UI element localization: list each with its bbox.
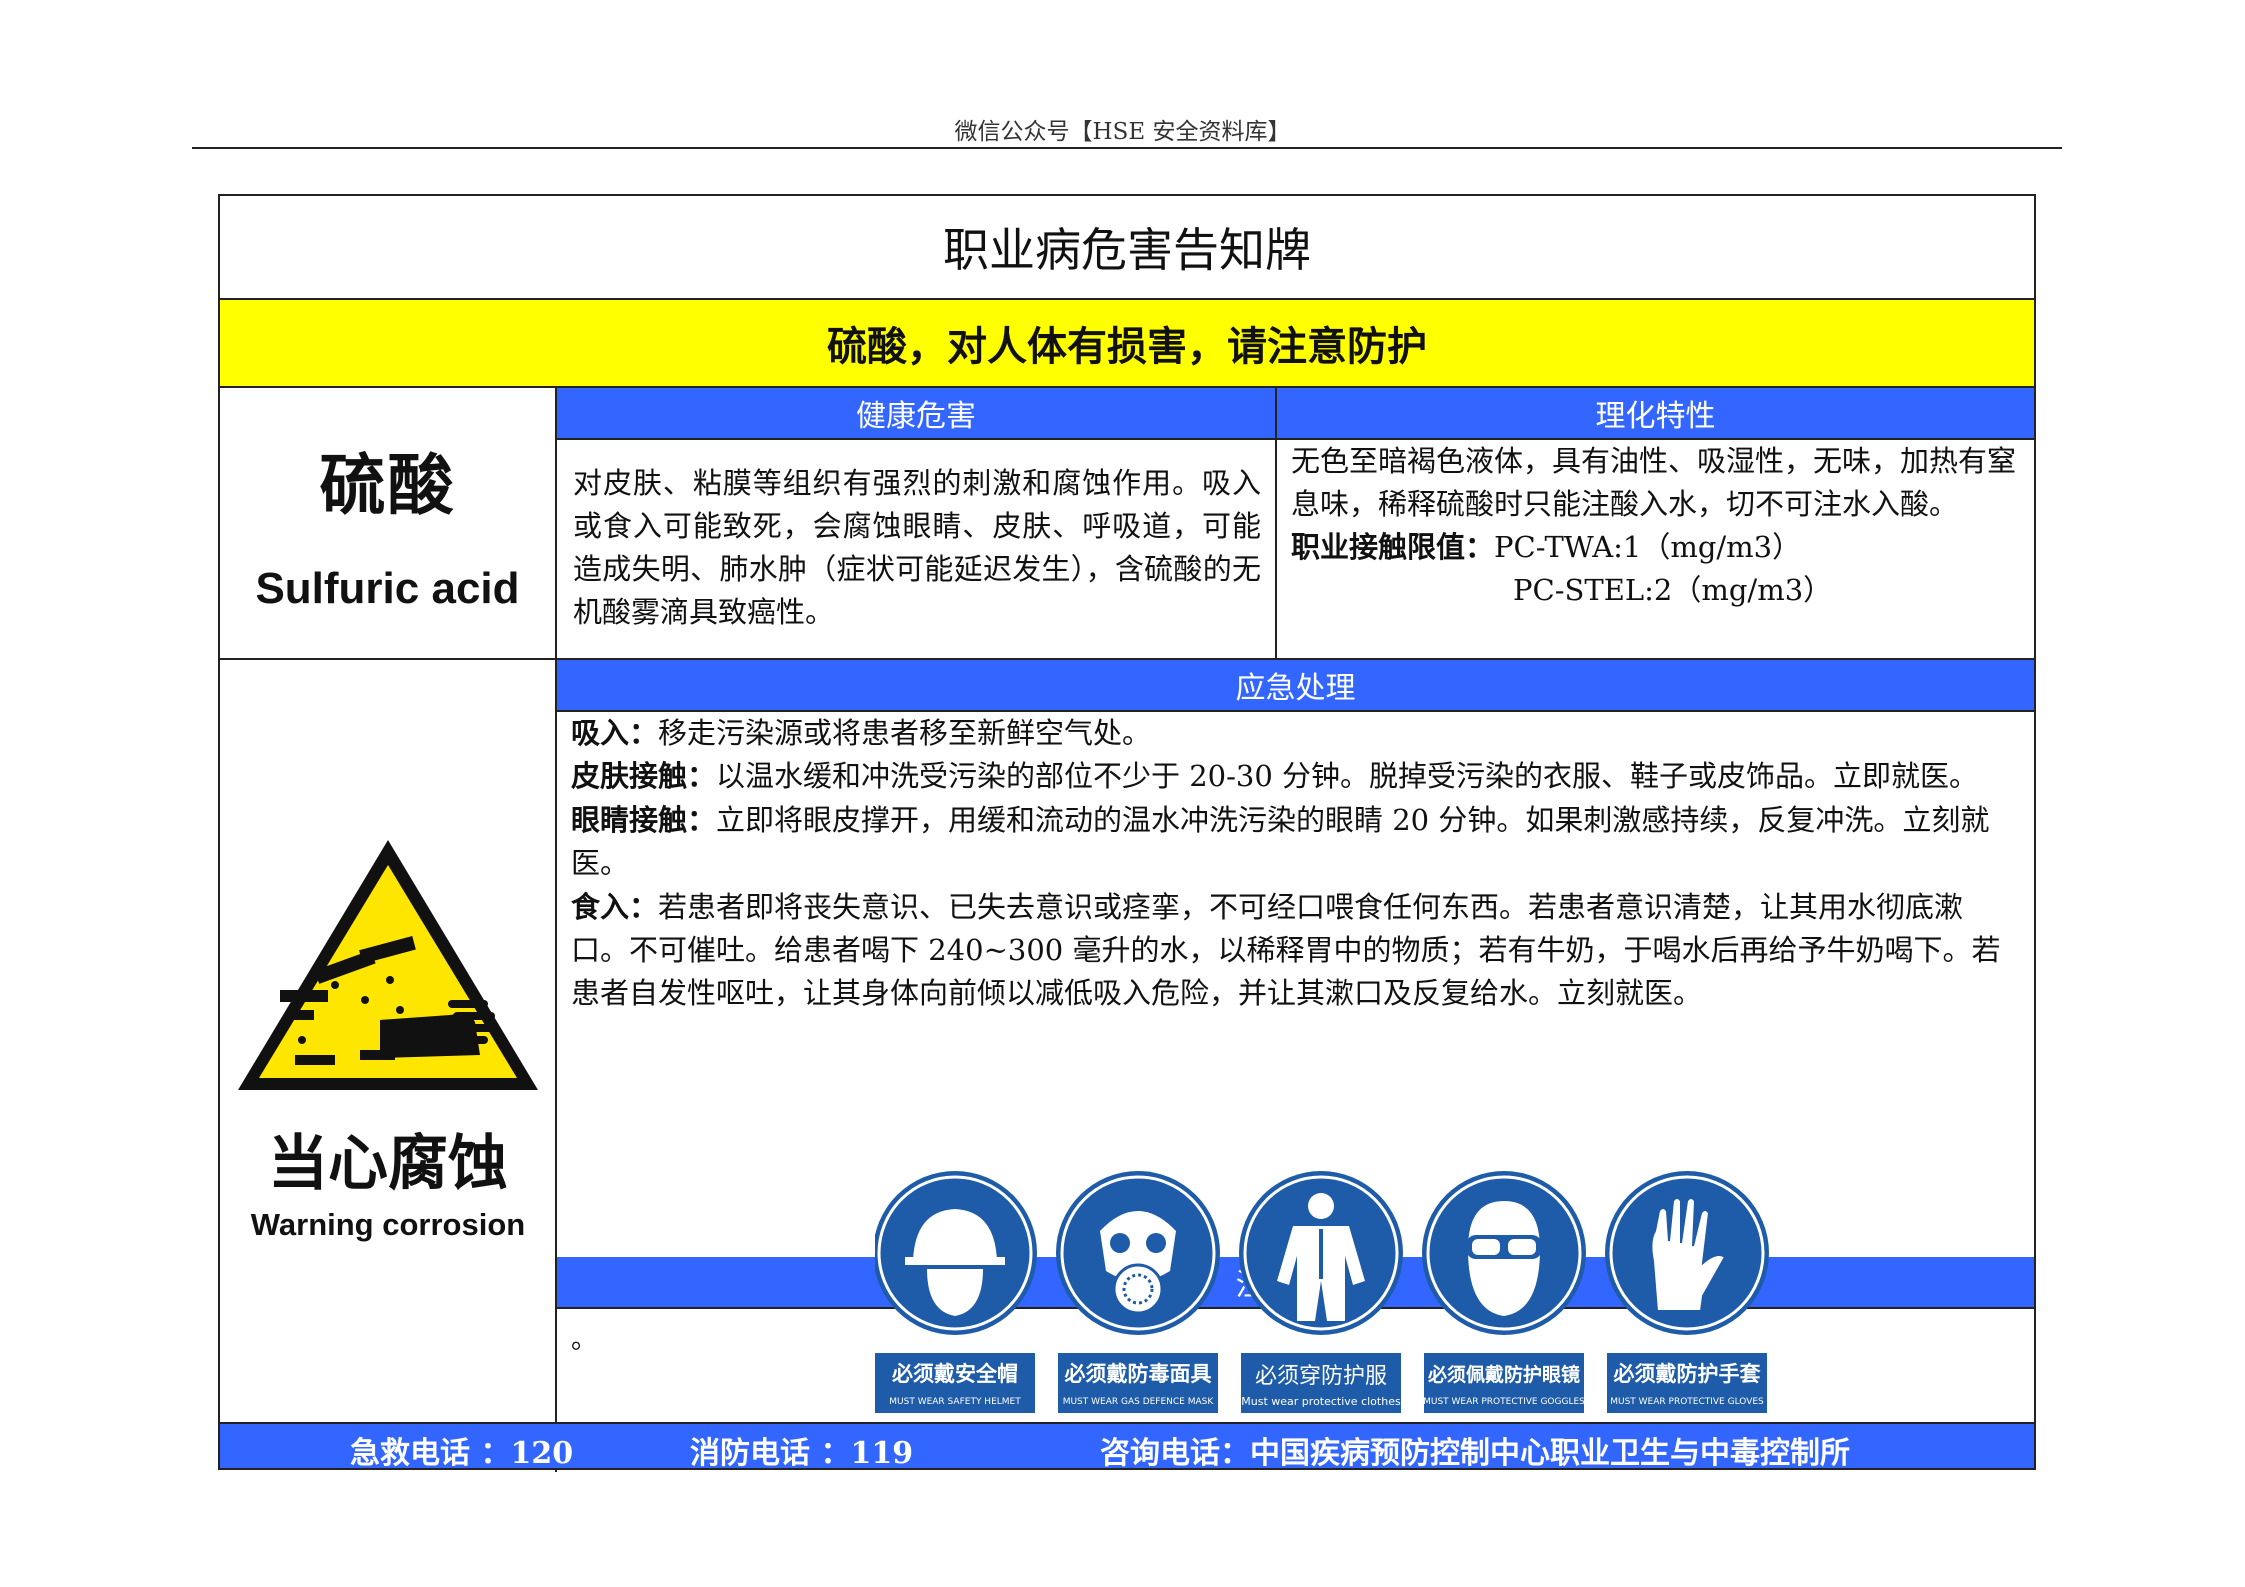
properties-heading: 理化特性 [1277, 388, 2034, 440]
chemical-name-en: Sulfuric acid [255, 564, 520, 613]
exposure-limit-row-2: PC-STEL:2（mg/m3） [1291, 569, 2020, 612]
emergency-item-inhalation: 吸入：移走污染源或将患者移至新鲜空气处。 [571, 716, 1152, 750]
footer-contacts: 急救电话 ：120 消防电话 ：119 咨询电话：中国疾病预防控制中心职业卫生与… [220, 1422, 2034, 1471]
ppe-caption-cn: 必须佩戴防护眼镜 [1427, 1363, 1580, 1386]
emergency-item-skin: 皮肤接触：以温水缓和冲洗受污染的部位不少于 20-30 分钟。脱掉受污染的衣服、… [571, 759, 1979, 794]
hazard-notice-board: 职业病危害告知牌 硫酸，对人体有损害，请注意防护 硫酸 Sulfuric aci… [218, 194, 2036, 1472]
ppe-caption-cn: 必须穿防护服 [1255, 1364, 1387, 1389]
ppe-signs: 必须戴安全帽 MUST WEAR SAFETY HELMET 必须戴防毒面具 M… [875, 1171, 1769, 1413]
ppe-caption-en: Must wear protective clothes [1241, 1395, 1401, 1408]
source-header: 微信公众号【HSE 安全资料库】 [954, 119, 1291, 145]
exposure-limit-stel: PC-STEL:2（mg/m3） [1513, 573, 1833, 607]
warning-banner: 硫酸，对人体有损害，请注意防护 [220, 300, 2034, 388]
properties-cell: 无色至暗褐色液体，具有油性、吸湿性，无味，加热有窒息味，稀释硫酸时只能注酸入水，… [1277, 440, 2034, 660]
sign-label-cn: 当心腐蚀 [268, 1129, 508, 1199]
ppe-caption-en: MUST WEAR GAS DEFENCE MASK [1063, 1397, 1215, 1407]
fire-phone: 消防电话 ：119 [690, 1436, 914, 1471]
header-divider [192, 147, 2062, 149]
emergency-heading: 应急处理 [557, 660, 2034, 712]
consult-phone: 咨询电话：中国疾病预防控制中心职业卫生与中毒控制所 [1100, 1436, 1850, 1471]
ppe-caption-cn: 必须戴安全帽 [892, 1362, 1018, 1386]
ppe-caption-en: MUST WEAR SAFETY HELMET [889, 1397, 1021, 1407]
sign-label-en: Warning corrosion [251, 1207, 525, 1242]
chemical-name-cell: 硫酸 Sulfuric acid [220, 388, 557, 660]
health-hazard-text: 对皮肤、粘膜等组织有强烈的刺激和腐蚀作用。吸入或食入可能致死，会腐蚀眼睛、皮肤、… [557, 440, 1277, 660]
corrosion-sign-cell: 当心腐蚀 Warning corrosion [220, 660, 557, 1472]
ppe-caption-cn: 必须戴防毒面具 [1065, 1362, 1212, 1386]
exposure-limit-row: 职业接触限值：PC-TWA:1（mg/m3） [1291, 526, 2020, 569]
first-aid-phone: 急救电话 ：120 [350, 1436, 574, 1471]
emergency-item-ingestion: 食入：若患者即将丧失意识、已失去意识或痉挛，不可经口喂食任何东西。若患者意识清楚… [571, 889, 2001, 1011]
ppe-caption-cn: 必须戴防护手套 [1614, 1362, 1761, 1386]
emergency-item-eye: 眼睛接触：立即将眼皮撑开，用缓和流动的温水冲洗污染的眼睛 20 分钟。如果刺激感… [571, 802, 1990, 881]
ppe-caption-en: MUST WEAR PROTECTIVE GOGGLES [1423, 1397, 1585, 1407]
corrosion-warning-icon: 当心腐蚀 Warning corrosion [238, 840, 538, 1242]
exposure-limit-label: 职业接触限值： [1291, 530, 1495, 564]
health-hazard-heading: 健康危害 [557, 388, 1277, 440]
chemical-name-cn: 硫酸 [319, 446, 456, 524]
properties-text: 无色至暗褐色液体，具有油性、吸湿性，无味，加热有窒息味，稀释硫酸时只能注酸入水，… [1291, 444, 2017, 521]
ppe-caption-en: MUST WEAR PROTECTIVE GLOVES [1610, 1397, 1764, 1407]
board-title: 职业病危害告知牌 [220, 196, 2034, 300]
exposure-limit-twa: PC-TWA:1（mg/m3） [1494, 530, 1802, 564]
